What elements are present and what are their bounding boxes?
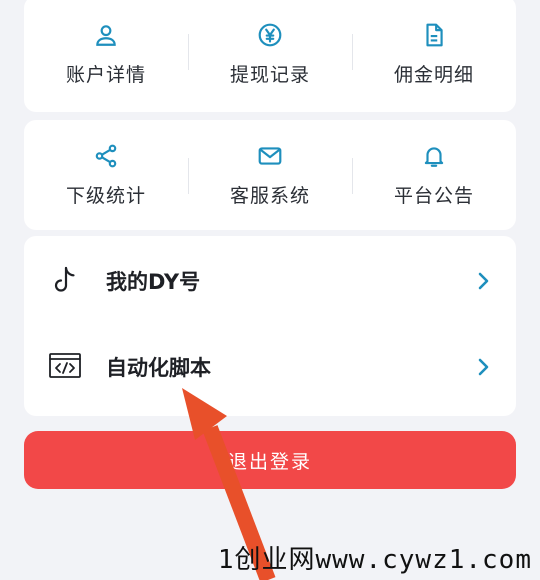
withdraw-records-label: 提现记录	[229, 63, 310, 86]
platform-notice-label: 平台公告	[393, 184, 474, 207]
top-grid-card: 账户详情 提现记录 佣金明细	[24, 0, 516, 112]
second-grid-card: 下级统计 客服系统 平台公告	[24, 120, 516, 230]
automation-script-row[interactable]: 自动化脚本	[24, 324, 516, 410]
subordinate-stats-label: 下级统计	[65, 184, 146, 207]
document-icon	[426, 23, 443, 46]
user-icon	[96, 24, 116, 46]
logout-label: 退出登录	[227, 450, 312, 473]
watermark-text: 1创业网www.cywz1.com	[217, 545, 532, 575]
list-card: 我的DY号 自动化脚本	[24, 236, 516, 416]
chevron-right-icon	[478, 272, 489, 290]
subordinate-stats-button[interactable]: 下级统计	[24, 120, 188, 230]
bell-icon	[424, 146, 444, 167]
share-icon	[95, 144, 117, 167]
tiktok-icon	[54, 266, 75, 292]
chevron-right-icon	[478, 358, 489, 376]
code-window-icon	[49, 353, 81, 378]
account-details-label: 账户详情	[65, 63, 146, 86]
customer-service-button[interactable]: 客服系统	[188, 120, 352, 230]
commission-details-label: 佣金明细	[393, 63, 474, 86]
automation-script-label: 自动化脚本	[106, 356, 211, 380]
commission-details-button[interactable]: 佣金明细	[352, 0, 516, 112]
mail-icon	[258, 146, 282, 165]
platform-notice-button[interactable]: 平台公告	[352, 120, 516, 230]
my-dy-account-row[interactable]: 我的DY号	[24, 238, 516, 324]
my-dy-account-label: 我的DY号	[106, 270, 201, 294]
account-details-button[interactable]: 账户详情	[24, 0, 188, 112]
yen-coin-icon	[258, 23, 282, 46]
top-grid: 账户详情 提现记录 佣金明细	[24, 0, 516, 112]
withdraw-records-button[interactable]: 提现记录	[188, 0, 352, 112]
customer-service-label: 客服系统	[229, 184, 310, 207]
logout-button[interactable]: 退出登录	[24, 431, 516, 489]
second-grid: 下级统计 客服系统 平台公告	[24, 120, 516, 230]
